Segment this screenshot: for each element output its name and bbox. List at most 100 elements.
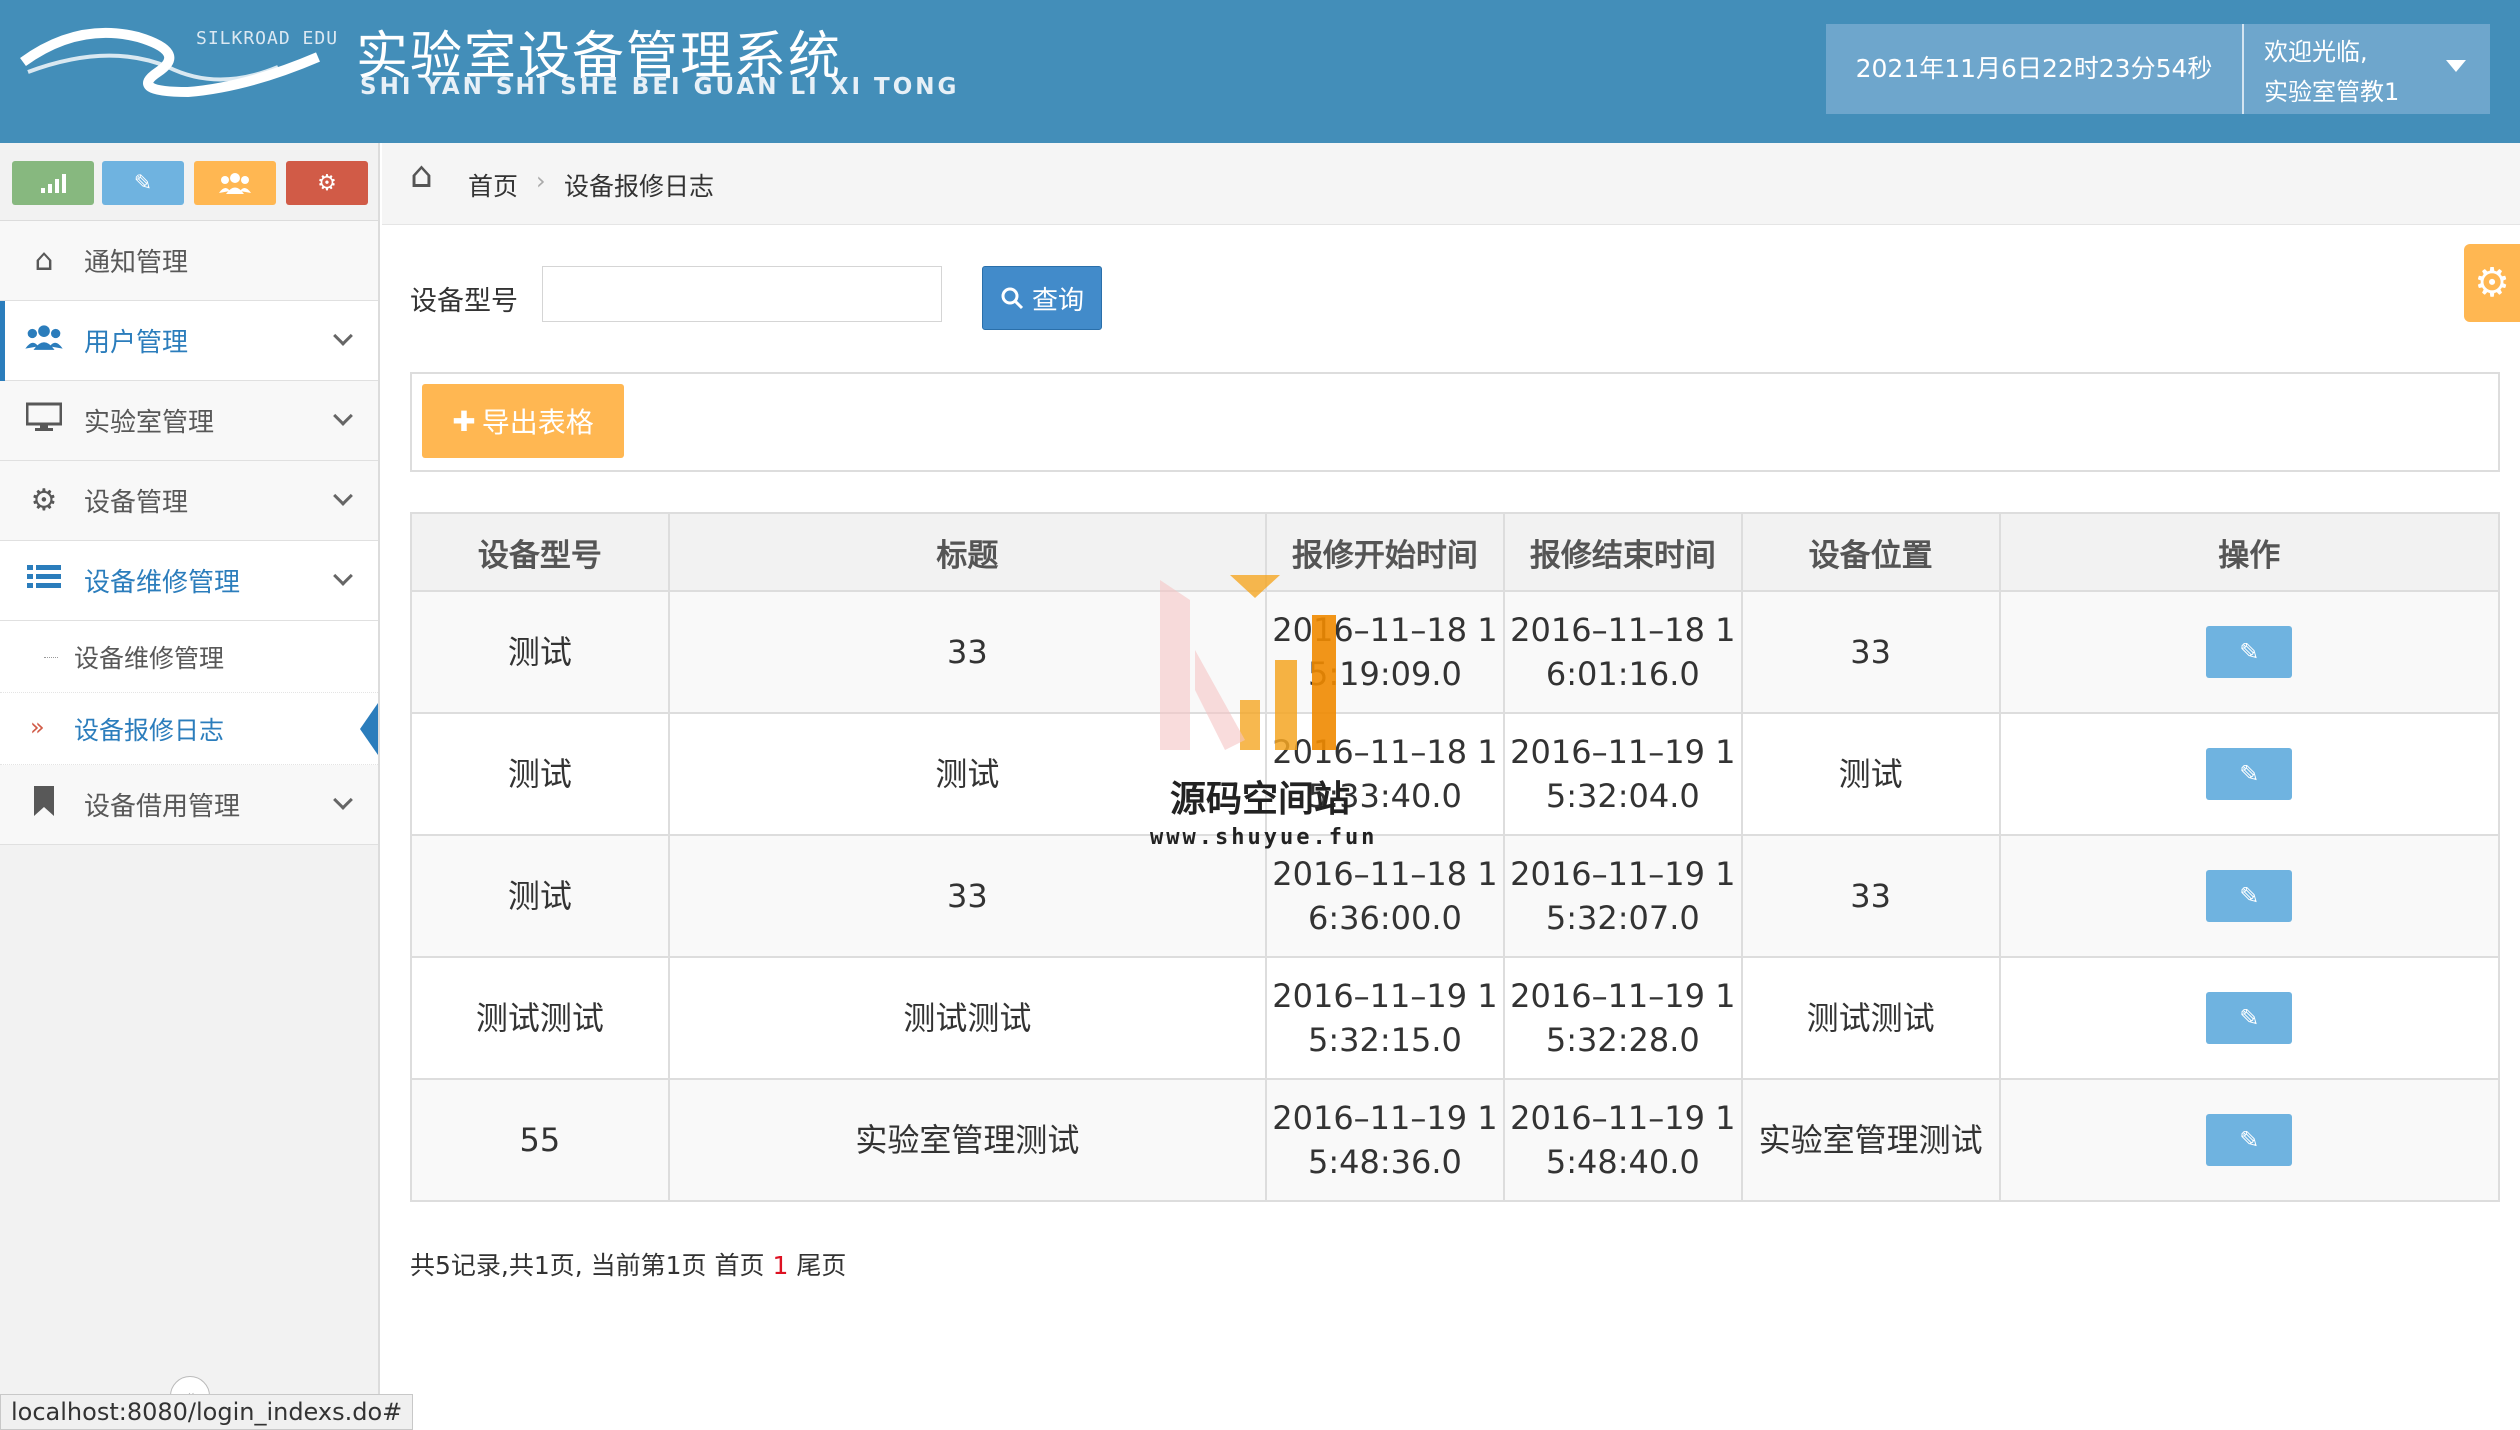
sidebar-item-label: 实验室管理 — [84, 408, 215, 438]
cell-location: 33 — [1740, 590, 2001, 714]
username: 实验室管教1 — [2264, 78, 2400, 106]
bookmark-icon — [22, 785, 66, 824]
export-button-label: 导出表格 — [481, 406, 594, 439]
edit-icon: ✎ — [2239, 1004, 2260, 1032]
tree-line — [44, 657, 58, 658]
header-divider — [2242, 24, 2244, 114]
sidebar-item-borrowing[interactable]: 设备借用管理 — [0, 765, 378, 845]
breadcrumb-home-link[interactable]: 首页 — [468, 167, 518, 203]
user-menu[interactable]: 欢迎光临, 实验室管教1 — [2264, 32, 2399, 112]
edit-icon: ✎ — [2239, 760, 2260, 788]
sidebar-item-maintenance[interactable]: 设备维修管理 — [0, 541, 378, 621]
last-page-link[interactable]: 尾页 — [796, 1251, 846, 1280]
cell-actions: ✎ — [1998, 1078, 2500, 1202]
stats-shortcut-button[interactable] — [12, 161, 94, 205]
edit-shortcut-button[interactable]: ✎ — [102, 161, 184, 205]
column-header: 操作 — [1998, 512, 2500, 592]
cell-location: 测试测试 — [1740, 956, 2001, 1080]
users-shortcut-button[interactable] — [194, 161, 276, 205]
users-icon — [22, 323, 66, 359]
cell-end-time: 2016–11–18 1 6:01:16.0 — [1502, 590, 1743, 714]
model-search-input[interactable] — [542, 266, 942, 322]
cell-location: 实验室管理测试 — [1740, 1078, 2001, 1202]
sidebar-subitem-maintenance[interactable]: 设备维修管理 — [0, 621, 378, 693]
edit-icon: ✎ — [2239, 882, 2260, 910]
first-page-link[interactable]: 首页 — [715, 1251, 765, 1280]
sidebar-item-notice[interactable]: ⌂ 通知管理 — [0, 221, 378, 301]
cell-start-time: 2016–11–19 1 5:48:36.0 — [1265, 1078, 1505, 1202]
current-datetime: 2021年11月6日22时23分54秒 — [1855, 54, 2213, 83]
table-row: 55 实验室管理测试 2016–11–19 1 5:48:36.0 2016–1… — [410, 1078, 2500, 1202]
chevron-down-icon — [333, 486, 353, 506]
edit-button[interactable]: ✎ — [2206, 626, 2293, 678]
cell-actions: ✎ — [1998, 956, 2500, 1080]
pagination-summary: 共5记录,共1页, 当前第1页 — [410, 1251, 707, 1280]
table-header-row: 设备型号 标题 报修开始时间 报修结束时间 设备位置 操作 — [410, 512, 2500, 592]
cogs-icon: ⚙ — [317, 170, 337, 196]
home-icon: ⌂ — [410, 155, 433, 196]
cell-title: 测试测试 — [667, 956, 1268, 1080]
search-label: 设备型号 — [410, 286, 518, 317]
desktop-icon — [22, 402, 66, 440]
cell-end-time: 2016–11–19 1 5:32:28.0 — [1502, 956, 1743, 1080]
table-row: 测试 测试 2016–11–18 1 5:33:40.0 2016–11–19 … — [410, 712, 2500, 836]
cell-model: 测试测试 — [410, 956, 670, 1080]
column-header: 设备位置 — [1740, 512, 2001, 592]
sidebar-item-label: 用户管理 — [84, 328, 189, 358]
cell-actions: ✎ — [1998, 590, 2500, 714]
cell-actions: ✎ — [1998, 834, 2500, 958]
breadcrumb-separator: › — [536, 167, 546, 195]
welcome-text: 欢迎光临, — [2264, 38, 2368, 66]
sidebar: ✎ ⚙ ⌂ 通知管理 用户管理 实验室管理 ⚙ 设备管理 设备维修管理 设备维修… — [0, 143, 380, 1430]
settings-shortcut-button[interactable]: ⚙ — [286, 161, 368, 205]
table-toolbar: ✚ 导出表格 — [410, 372, 2500, 472]
cell-model: 测试 — [410, 712, 670, 836]
gear-icon: ⚙ — [2474, 260, 2510, 306]
pencil-icon: ✎ — [133, 170, 153, 196]
cell-model: 测试 — [410, 834, 670, 958]
header-info-box: 2021年11月6日22时23分54秒 欢迎光临, 实验室管教1 — [1826, 24, 2490, 114]
cell-end-time: 2016–11–19 1 5:32:07.0 — [1502, 834, 1743, 958]
pagination: 共5记录,共1页, 当前第1页 首页 1 尾页 — [410, 1246, 846, 1282]
breadcrumb-current: 设备报修日志 — [564, 172, 715, 201]
sidebar-item-users[interactable]: 用户管理 — [0, 301, 378, 381]
column-header: 设备型号 — [410, 512, 670, 592]
chevron-down-icon — [333, 406, 353, 426]
cell-start-time: 2016–11–19 1 5:32:15.0 — [1265, 956, 1505, 1080]
app-subtitle: SHI YAN SHI SHE BEI GUAN LI XI TONG — [360, 74, 960, 100]
cell-end-time: 2016–11–19 1 5:32:04.0 — [1502, 712, 1743, 836]
breadcrumb: ⌂ 首页 › 设备报修日志 — [382, 143, 2520, 225]
edit-button[interactable]: ✎ — [2206, 748, 2293, 800]
table-row: 测试 33 2016–11–18 1 6:36:00.0 2016–11–19 … — [410, 834, 2500, 958]
sidebar-item-equipment[interactable]: ⚙ 设备管理 — [0, 461, 378, 541]
caret-down-icon[interactable] — [2446, 60, 2466, 72]
logo-text: SILKROAD EDU — [196, 28, 339, 49]
search-icon — [1001, 287, 1024, 310]
sidebar-item-label: 通知管理 — [84, 248, 189, 278]
export-button[interactable]: ✚ 导出表格 — [422, 384, 624, 458]
settings-panel-toggle[interactable]: ⚙ — [2464, 244, 2520, 322]
edit-icon: ✎ — [2239, 638, 2260, 666]
search-button[interactable]: 查询 — [982, 266, 1102, 330]
cell-actions: ✎ — [1998, 712, 2500, 836]
column-header: 报修结束时间 — [1502, 512, 1743, 592]
plus-icon: ✚ — [452, 404, 476, 438]
sidebar-subitem-label: 设备维修管理 — [74, 643, 225, 673]
list-icon — [22, 563, 66, 599]
sidebar-item-label: 设备借用管理 — [84, 792, 241, 822]
watermark-text: 源码空间站 — [1169, 779, 1350, 820]
current-page-link[interactable]: 1 — [772, 1251, 788, 1280]
sidebar-item-labs[interactable]: 实验室管理 — [0, 381, 378, 461]
cell-location: 33 — [1740, 834, 2001, 958]
cell-location: 测试 — [1740, 712, 2001, 836]
cogs-icon: ⚙ — [30, 483, 58, 518]
table-row: 测试 33 2016–11–18 1 5:19:09.0 2016–11–18 … — [410, 590, 2500, 714]
users-icon — [219, 173, 251, 194]
edit-button[interactable]: ✎ — [2206, 1114, 2293, 1166]
edit-button[interactable]: ✎ — [2206, 992, 2293, 1044]
sidebar-subitem-repair-log[interactable]: » 设备报修日志 — [0, 693, 378, 765]
edit-button[interactable]: ✎ — [2206, 870, 2293, 922]
cell-model: 测试 — [410, 590, 670, 714]
sidebar-item-label: 设备维修管理 — [84, 568, 241, 598]
shortcut-bar: ✎ ⚙ — [0, 143, 378, 221]
